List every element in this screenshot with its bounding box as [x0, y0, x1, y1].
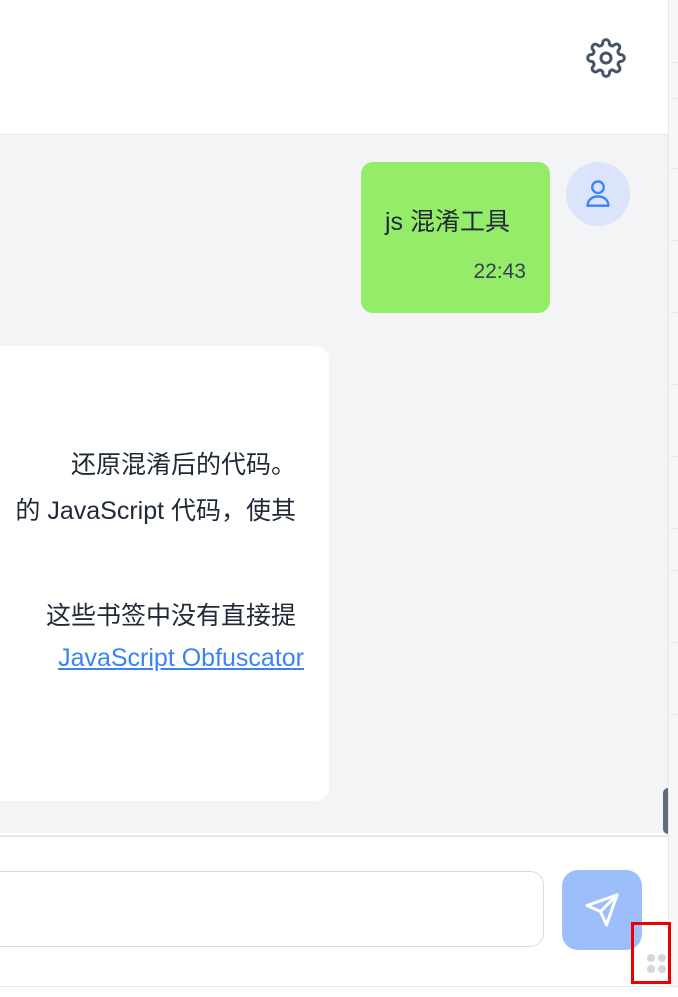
grip-dot-icon: [647, 965, 655, 973]
user-message-bubble: js 混淆工具 22:43: [361, 162, 550, 313]
obfuscator-link[interactable]: JavaScript Obfuscator: [58, 644, 304, 672]
message-timestamp: 22:43: [473, 260, 526, 283]
assistant-text-line: 的 JavaScript 代码，使其: [15, 497, 296, 525]
gear-icon[interactable]: [586, 38, 626, 78]
send-icon: [585, 893, 619, 927]
assistant-message-bubble: 还原混淆后的代码。 的 JavaScript 代码，使其 这些书签中没有直接提 …: [0, 346, 329, 801]
user-icon: [586, 180, 610, 207]
message-input[interactable]: [0, 871, 544, 947]
send-button[interactable]: [562, 870, 642, 950]
window-edge: [668, 0, 678, 996]
chat-header: [0, 0, 668, 135]
grip-dot-icon: [658, 965, 666, 973]
drag-handle[interactable]: [631, 922, 671, 984]
grip-dot-icon: [647, 954, 655, 962]
user-message-text: js 混淆工具: [385, 208, 511, 236]
window-bottom-edge: [0, 986, 678, 997]
assistant-text-line: 还原混淆后的代码。: [70, 451, 296, 479]
avatar: [566, 162, 630, 226]
assistant-text-line: 这些书签中没有直接提: [45, 602, 296, 630]
grip-dot-icon: [658, 954, 666, 962]
